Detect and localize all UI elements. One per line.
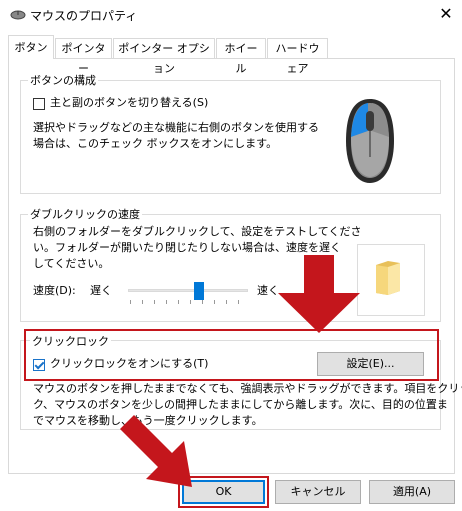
click-lock-description-2: ク、マウスのボタンを少しの間押したままにしてから離します。次に、目的の位置ま [33,398,448,411]
button-config-title: ボタンの構成 [28,72,98,88]
cancel-button[interactable]: キャンセル [275,480,361,504]
slider-tick [178,300,179,304]
title-bar: マウスのプロパティ ✕ [0,0,462,30]
slow-label: 遅く [90,284,112,297]
tab-pointer[interactable]: ポインター [55,38,112,75]
button-config-description-1: 選択やドラッグなどの主な機能に右側のボタンを使用する [33,121,319,134]
tab-buttons[interactable]: ボタン [8,35,54,59]
double-click-description-1: 右側のフォルダーをダブルクリックして、設定をテストしてくださ [33,225,362,238]
click-lock-highlight [24,329,439,381]
speed-label: 速度(D): [33,284,76,297]
double-click-title: ダブルクリックの速度 [28,206,142,222]
click-lock-description-1: マウスのボタンを押したままでなくても、強調表示やドラッグができます。項目をクリッ [33,382,462,395]
button-config-description-2: 場合は、このチェック ボックスをオンにします。 [33,137,278,150]
tab-hardware[interactable]: ハードウェア [267,38,328,75]
slider-tick [226,300,227,304]
swap-buttons-checkbox[interactable] [33,98,45,110]
test-folder-area[interactable] [357,244,425,316]
slider-tick [202,300,203,304]
slider-tick [214,300,215,304]
slider-tick [190,300,191,304]
slider-tick [166,300,167,304]
tab-pointer-options[interactable]: ポインター オプション [113,38,215,75]
swap-buttons-label: 主と副のボタンを切り替える(S) [50,96,209,109]
slider-tick [154,300,155,304]
tab-wheel[interactable]: ホイール [216,38,266,75]
mouse-icon [10,10,26,20]
double-click-description-3: してください。 [33,257,110,270]
slider-tick [238,300,239,304]
slider-tick [142,300,143,304]
speed-slider-track[interactable] [128,289,248,292]
slider-tick [130,300,131,304]
folder-icon [376,261,400,295]
speed-slider-thumb[interactable] [194,282,204,300]
mouse-illustration-icon [346,99,394,183]
double-click-description-2: い。フォルダーが開いたり閉じたりしない場合は、速度を遅く [33,241,341,254]
window-title: マウスのプロパティ [30,9,138,23]
apply-button[interactable]: 適用(A) [369,480,455,504]
down-arrow-icon [278,255,360,333]
diagonal-arrow-icon [120,415,192,487]
close-icon[interactable]: ✕ [436,4,456,24]
